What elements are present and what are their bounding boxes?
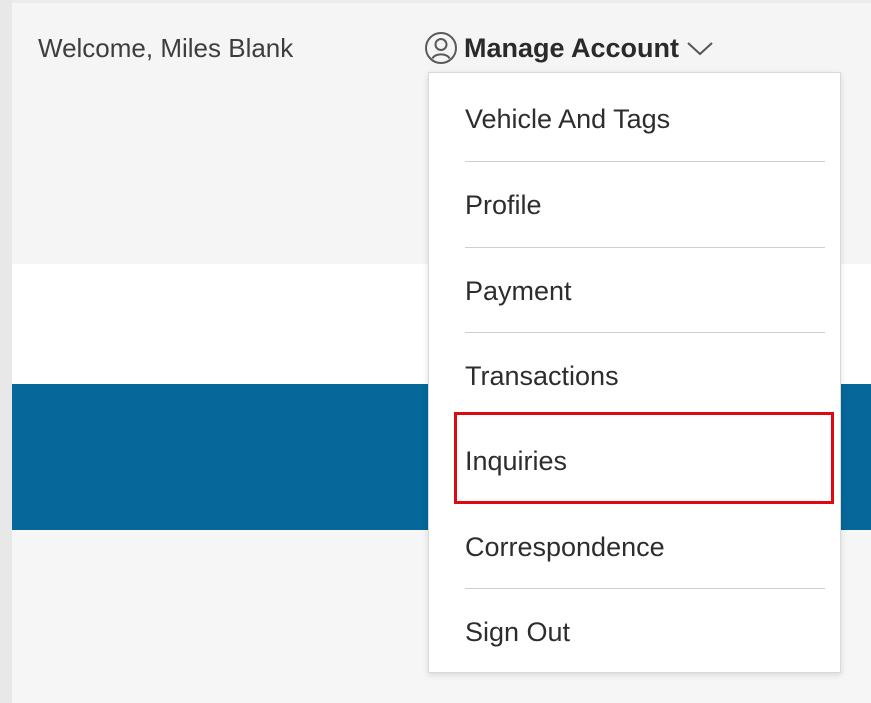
menu-item-transactions[interactable]: Transactions [465, 334, 825, 418]
menu-divider [465, 161, 825, 162]
menu-item-profile[interactable]: Profile [465, 163, 825, 247]
account-dropdown-menu: Vehicle And Tags Profile Payment Transac… [428, 72, 841, 673]
menu-divider [465, 247, 825, 248]
left-gutter [0, 0, 12, 703]
manage-account-button[interactable]: Manage Account [424, 26, 715, 70]
menu-item-sign-out[interactable]: Sign Out [465, 590, 825, 674]
welcome-text: Welcome, Miles Blank [38, 33, 294, 63]
menu-item-correspondence[interactable]: Correspondence [465, 505, 825, 589]
menu-item-payment[interactable]: Payment [465, 249, 825, 333]
menu-item-vehicle-and-tags[interactable]: Vehicle And Tags [465, 77, 825, 161]
chevron-down-icon [685, 38, 715, 58]
menu-item-inquiries[interactable]: Inquiries [465, 419, 825, 503]
menu-divider [465, 332, 825, 333]
manage-account-label: Manage Account [464, 33, 680, 63]
menu-divider [465, 588, 825, 589]
user-circle-icon [424, 31, 458, 65]
